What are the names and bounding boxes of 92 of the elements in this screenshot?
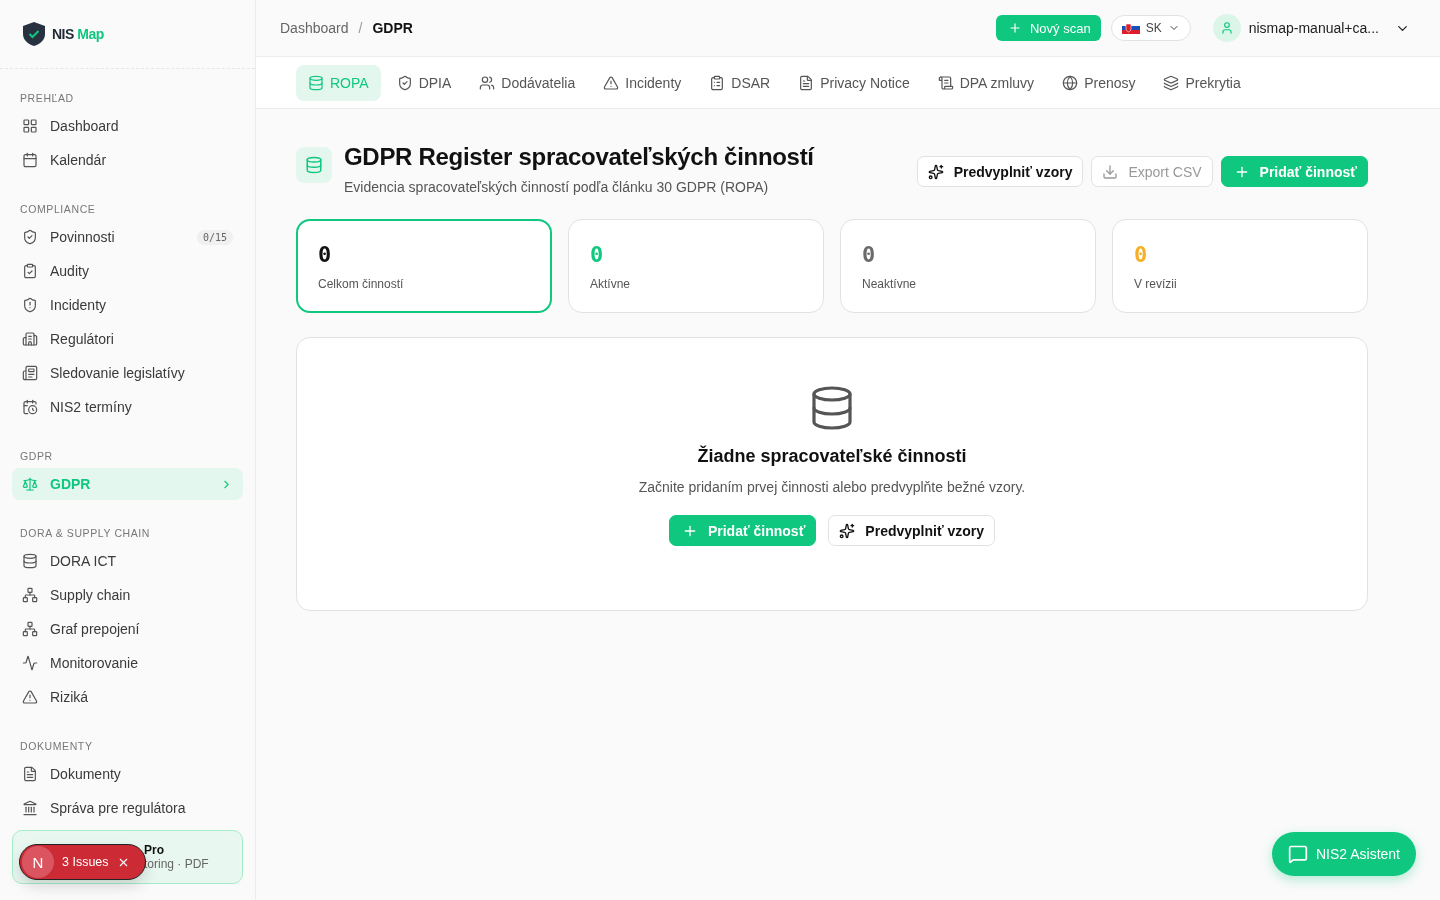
prefill-button[interactable]: Predvyplniť vzory [828,515,996,546]
layers-icon [1163,74,1180,91]
shield-check-icon [396,74,413,91]
sidebar-item[interactable]: Sledovanie legislatívy [12,357,243,389]
calendar-clock-icon [22,399,38,415]
section-title: COMPLIANCE [19,202,97,217]
database-icon [22,553,38,569]
section-title: DORA & SUPPLY CHAIN [19,526,152,541]
tab[interactable]: DPA zmluvy [925,64,1047,101]
clipboard-list-icon [709,74,726,91]
stat-label: Celkom činností [318,277,405,291]
stat-value: 0 [1134,242,1149,267]
prefill-button[interactable]: Predvyplniť vzory [916,156,1084,187]
sidebar-item[interactable]: Supply chain [12,579,243,611]
building-icon [22,331,38,347]
calendar-icon [22,152,38,168]
stat-value: 0 [318,242,333,267]
count-badge: 0/15 [196,229,233,245]
issues-count: 3 Issues [62,855,109,869]
clipboard-icon [22,263,38,279]
tab[interactable]: DSAR [697,64,783,101]
sidebar-item[interactable]: Riziká [12,681,243,713]
sidebar-item[interactable]: Graf prepojení [12,613,243,645]
stat-card[interactable]: 0 Aktívne [568,219,824,313]
promo-subtitle: toring · PDF [144,857,210,871]
database-icon [305,156,323,174]
tab[interactable]: Prenosy [1050,64,1148,101]
plus-icon [1007,21,1022,35]
empty-title: Žiadne spracovateľské činnosti [697,446,967,467]
sidebar-item[interactable]: Správa pre regulátora [12,792,243,824]
promo-title: Pro [144,843,165,857]
download-icon [1102,163,1119,180]
brand-name: NIS Map [52,26,104,42]
triangle-icon [603,74,620,91]
breadcrumb-link[interactable]: Dashboard [280,20,349,36]
network-icon [22,587,38,603]
tab[interactable]: Incidenty [591,64,694,101]
shield-check-icon [22,229,38,245]
sidebar-item[interactable]: Kalendár [12,144,243,176]
globe-icon [1062,74,1079,91]
flag-icon [1121,22,1140,34]
section-title: GDPR [19,449,54,464]
chat-icon [1287,844,1308,864]
issues-badge[interactable]: N 3 Issues [19,844,146,880]
file-icon [798,74,815,91]
grid-icon [22,118,38,134]
sparkles-icon [927,163,944,180]
page-subtitle: Evidencia spracovateľských činností podľa článku 30 GDPR (ROPA) [344,179,770,195]
tab[interactable]: DPIA [384,64,464,101]
sidebar-item[interactable]: Dashboard [12,110,243,142]
empty-text: Začnite pridaním prvej činnosti alebo predvyplňte bežné vzory. [638,479,1026,495]
stat-value: 0 [862,242,877,267]
scroll-icon [937,74,954,91]
activity-icon [22,655,38,671]
stat-card[interactable]: 0 Neaktívne [840,219,1096,313]
stat-card[interactable]: 0 V revízii [1112,219,1368,313]
sidebar-item[interactable]: Dokumenty [12,758,243,790]
sidebar-item[interactable]: DORA ICT [12,545,243,577]
shield-alert-icon [22,297,38,313]
scale-icon [22,476,38,492]
sidebar-item[interactable]: NIS2 termíny [12,391,243,423]
breadcrumb-separator: / [358,20,363,36]
stat-value: 0 [590,242,605,267]
newspaper-icon [22,365,38,381]
shield-logo-icon [22,21,46,47]
tab[interactable]: Prekrytia [1151,64,1253,101]
sidebar-item[interactable]: Incidenty [12,289,243,321]
section-title: PREHĽAD [19,91,75,106]
sparkles-icon [839,522,856,539]
breadcrumb-link[interactable]: GDPR [372,20,413,36]
tab[interactable]: Dodávatelia [467,64,588,101]
triangle-icon [22,689,38,705]
sidebar-item[interactable]: Monitorovanie [12,647,243,679]
page-title: GDPR Register spracovateľských činností [344,143,816,171]
users-icon [479,74,496,91]
sidebar-item[interactable]: Povinnosti 0/15 [12,221,243,253]
file-icon [22,766,38,782]
language-select[interactable]: SK [1110,15,1191,41]
stat-card[interactable]: 0 Celkom činností [296,219,552,313]
sidebar-item[interactable]: Audity [12,255,243,287]
landmark-icon [22,800,38,816]
tab[interactable]: Privacy Notice [786,64,922,101]
user-icon [1219,21,1234,35]
sidebar-item[interactable]: Regulátori [12,323,243,355]
section-title: DOKUMENTY [19,739,94,754]
network-icon [22,621,38,637]
stat-label: Neaktívne [862,277,918,291]
user-menu[interactable]: nismap-manual+ca... [1206,13,1416,43]
stat-label: V revízii [1134,277,1178,291]
issues-logo: N [22,846,54,878]
database-icon [308,74,324,91]
stat-label: Aktívne [590,277,632,291]
